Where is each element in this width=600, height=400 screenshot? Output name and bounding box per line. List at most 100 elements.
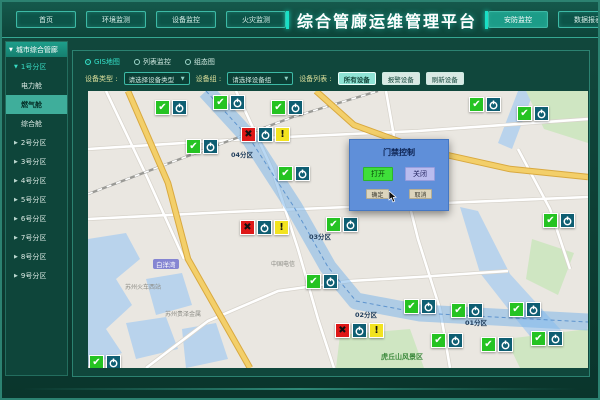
door-open-button[interactable]: 打开	[363, 167, 393, 181]
nav-button-env-monitor[interactable]: 环境监测	[86, 11, 146, 28]
radio-scada-view[interactable]: 组态图	[185, 57, 215, 67]
page-title: 综合管廊运维管理平台	[297, 8, 477, 32]
status-ok-icon: ✔	[451, 303, 466, 318]
frame-decoration	[22, 388, 578, 390]
power-icon	[355, 326, 364, 336]
sidebar-item-zone-4[interactable]: ▶4号分区	[6, 171, 67, 190]
power-icon	[175, 103, 184, 113]
device-marker-ok[interactable]: ✔	[326, 217, 358, 232]
power-icon	[206, 142, 215, 152]
device-marker-alarm[interactable]: ✖!	[241, 127, 290, 142]
sidebar-root-node[interactable]: ▼ 城市综合管廊	[6, 42, 67, 57]
chip-alarm-devices[interactable]: 报警设备	[382, 72, 420, 85]
device-marker-ok[interactable]: ✔	[517, 106, 549, 121]
device-type-value: 请选择设备类型	[129, 74, 175, 84]
device-marker-ok[interactable]: ✔	[531, 331, 563, 346]
sidebar-item-label: 综合舱	[21, 119, 42, 129]
power-button-icon	[323, 274, 338, 289]
chip-all-devices[interactable]: 所有设备	[338, 72, 376, 85]
device-marker-ok[interactable]: ✔	[451, 303, 483, 318]
sidebar-item-zone-9[interactable]: ▶9号分区	[6, 266, 67, 285]
device-marker-ok[interactable]: ✔	[186, 139, 218, 154]
zone-label: 04分区	[231, 149, 253, 159]
power-button-icon	[468, 303, 483, 318]
sidebar-item-label: 8号分区	[21, 252, 46, 262]
device-marker-ok[interactable]: ✔	[469, 97, 501, 112]
device-marker-ok[interactable]: ✔	[509, 302, 541, 317]
nav-button-data-report[interactable]: 数据报表	[558, 11, 600, 28]
sidebar-item-zone-6[interactable]: ▶6号分区	[6, 209, 67, 228]
radio-label: 组态图	[194, 57, 215, 67]
power-button-icon	[548, 331, 563, 346]
device-marker-ok[interactable]: ✔	[481, 337, 513, 352]
power-icon	[501, 340, 510, 350]
status-ok-icon: ✔	[155, 100, 170, 115]
device-marker-ok[interactable]: ✔	[306, 274, 338, 289]
device-marker-alarm[interactable]: ✖!	[240, 220, 289, 235]
sidebar-root-label: 城市综合管廊	[16, 45, 58, 55]
power-button-icon	[498, 337, 513, 352]
ok-button[interactable]: 确定	[366, 189, 389, 199]
content-panel: GIS地图 列表监控 组态图 设备类型 : 请选择设备类型 ▼ 设备组 : 请选择设…	[72, 50, 590, 377]
power-icon	[537, 109, 546, 119]
device-marker-ok[interactable]: ✔	[431, 333, 463, 348]
sidebar-item-zone-7[interactable]: ▶7号分区	[6, 228, 67, 247]
header: 首页环境监测设备监控火灾监测 综合管廊运维管理平台 安防监控数据报表历史查询用户…	[2, 2, 598, 38]
power-icon	[451, 336, 460, 346]
chevron-right-icon: ▶	[14, 254, 18, 260]
status-ok-icon: ✔	[517, 106, 532, 121]
sidebar-item-zone-1[interactable]: ▼1号分区	[6, 57, 67, 76]
power-button-icon	[288, 100, 303, 115]
power-icon	[471, 306, 480, 316]
nav-button-fire-monitor[interactable]: 火灾监测	[226, 11, 286, 28]
device-group-select[interactable]: 请选择设备组 ▼	[227, 72, 293, 85]
sidebar-item-label: 6号分区	[21, 214, 46, 224]
sidebar-item-zone-8[interactable]: ▶8号分区	[6, 247, 67, 266]
chevron-down-icon: ▼	[14, 64, 18, 70]
device-marker-ok[interactable]: ✔	[89, 355, 121, 368]
device-marker-ok[interactable]: ✔	[213, 95, 245, 110]
power-icon	[326, 277, 335, 287]
sidebar-item-cabin-power[interactable]: 电力舱	[6, 76, 67, 95]
nav-button-security-monitor[interactable]: 安防监控	[488, 11, 548, 28]
map-place-label: 苏州火车西站	[125, 282, 161, 291]
nav-button-device-monitor[interactable]: 设备监控	[156, 11, 216, 28]
nav-button-home[interactable]: 首页	[16, 11, 76, 28]
sidebar-item-label: 1号分区	[21, 62, 46, 72]
sidebar-item-cabin-gas[interactable]: 燃气舱	[6, 95, 67, 114]
chip-refresh-devices[interactable]: 刷新设备	[426, 72, 464, 85]
title-decor-left	[286, 11, 289, 29]
status-ok-icon: ✔	[278, 166, 293, 181]
zone-label: 03分区	[309, 231, 331, 241]
device-marker-alarm[interactable]: ✖!	[335, 323, 384, 338]
sidebar-item-label: 2号分区	[21, 138, 46, 148]
device-marker-ok[interactable]: ✔	[278, 166, 310, 181]
device-marker-ok[interactable]: ✔	[155, 100, 187, 115]
status-ok-icon: ✔	[543, 213, 558, 228]
door-close-button[interactable]: 关闭	[405, 167, 435, 181]
sidebar-item-label: 9号分区	[21, 271, 46, 281]
map-canvas[interactable]: 04分区03分区02分区01分区白洋湾虎丘山风景区苏州火车西站中国电信苏州贵泽金…	[88, 91, 588, 368]
radio-gis-map[interactable]: GIS地图	[85, 57, 120, 67]
sidebar-item-zone-3[interactable]: ▶3号分区	[6, 152, 67, 171]
sidebar-item-label: 7号分区	[21, 233, 46, 243]
toolbar: 设备类型 : 请选择设备类型 ▼ 设备组 : 请选择设备组 ▼ 设备列表 : 所…	[85, 72, 464, 85]
device-marker-ok[interactable]: ✔	[543, 213, 575, 228]
status-fault-icon: ✖	[335, 323, 350, 338]
device-marker-ok[interactable]: ✔	[404, 299, 436, 314]
sidebar-item-cabin-utility[interactable]: 综合舱	[6, 114, 67, 133]
power-icon	[529, 305, 538, 315]
power-button-icon	[421, 299, 436, 314]
radio-list-monitor[interactable]: 列表监控	[134, 57, 171, 67]
chevron-down-icon: ▼	[9, 47, 13, 53]
map-marker-layer: 04分区03分区02分区01分区白洋湾虎丘山风景区苏州火车西站中国电信苏州贵泽金…	[88, 91, 588, 368]
device-marker-ok[interactable]: ✔	[271, 100, 303, 115]
app-screen: 首页环境监测设备监控火灾监测 综合管廊运维管理平台 安防监控数据报表历史查询用户…	[0, 0, 600, 400]
power-icon	[260, 223, 269, 233]
sidebar-item-zone-5[interactable]: ▶5号分区	[6, 190, 67, 209]
power-button-icon	[295, 166, 310, 181]
device-type-select[interactable]: 请选择设备类型 ▼	[124, 72, 190, 85]
power-button-icon	[203, 139, 218, 154]
cancel-button[interactable]: 取消	[409, 189, 432, 199]
sidebar-item-zone-2[interactable]: ▶2号分区	[6, 133, 67, 152]
